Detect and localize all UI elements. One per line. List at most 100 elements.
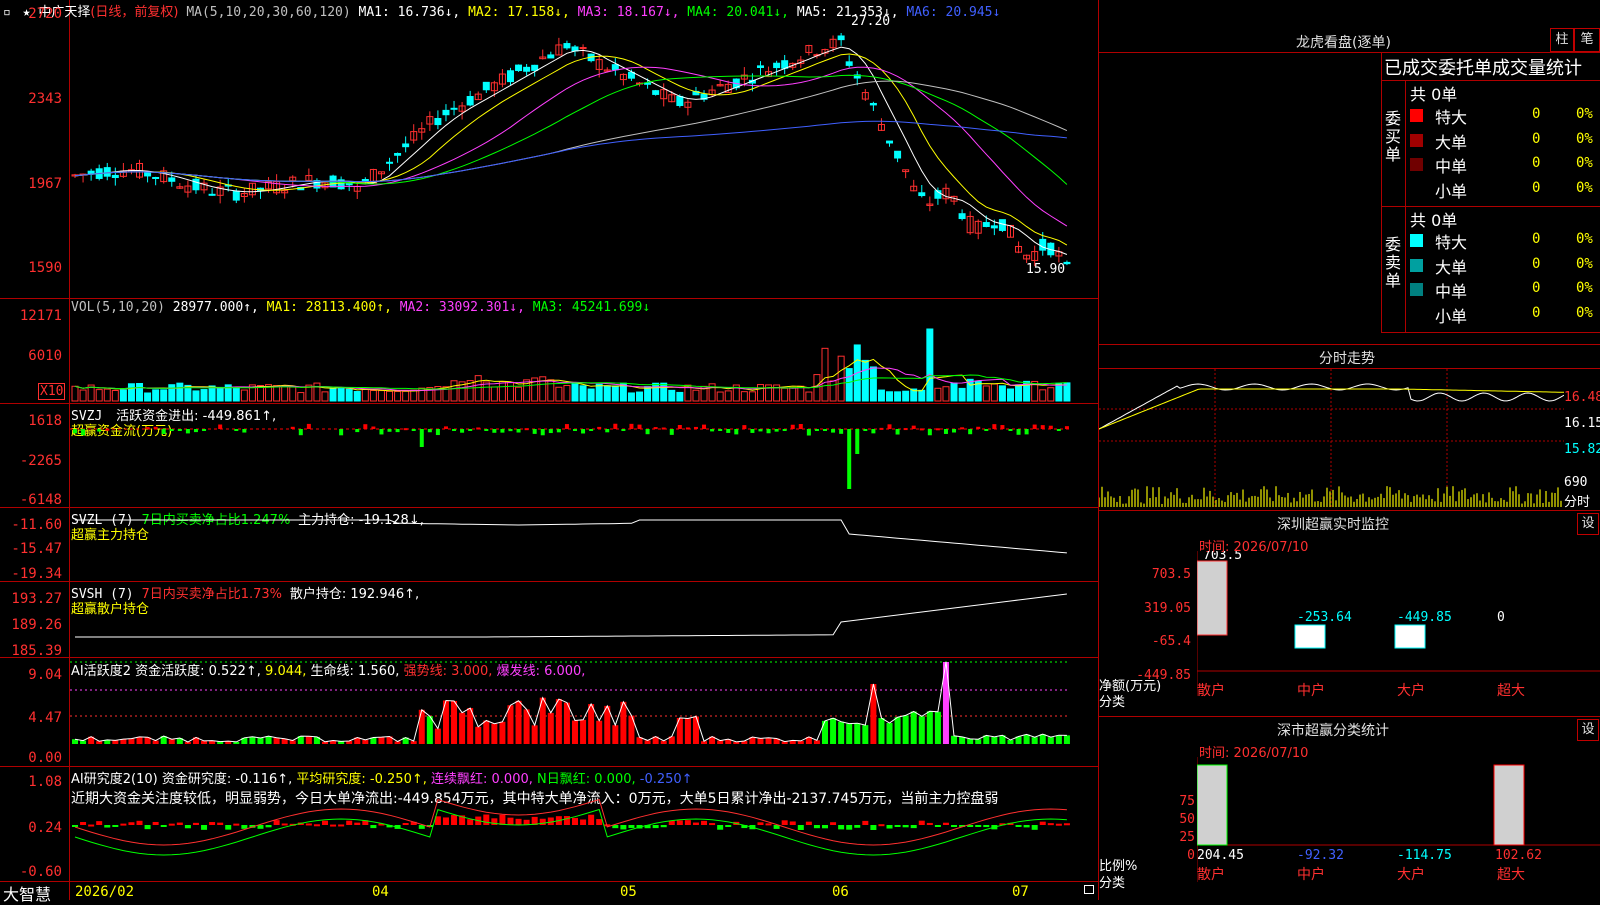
research-bar [572, 817, 578, 825]
research-bar [886, 825, 893, 829]
sell-orders-label: 委卖单 [1385, 235, 1402, 290]
volume-chart[interactable] [70, 318, 1098, 403]
activity-bar [499, 721, 506, 744]
kline-ytick: 1967 [28, 176, 62, 192]
ai-activity-chart[interactable] [70, 658, 1098, 766]
classify-cat-label: 分类 [1099, 876, 1126, 891]
volume-bar [353, 391, 361, 402]
volume-bar [636, 391, 644, 402]
fund-flow-bar [169, 429, 174, 431]
research-bar [910, 825, 917, 829]
fund-flow-bar [750, 429, 755, 433]
research-bar [209, 822, 216, 825]
monitor-settings-button[interactable]: 设 [1577, 513, 1599, 535]
activity-bar [80, 740, 87, 744]
ai-research-chart[interactable] [70, 767, 1098, 881]
candle-body [208, 193, 216, 196]
volume-bar [240, 389, 248, 402]
volume-bar [1039, 389, 1047, 402]
fund-flow-bar [153, 426, 158, 429]
main-holding-chart[interactable] [70, 508, 1098, 581]
research-bar [346, 820, 353, 825]
fund-flow-bar [556, 429, 561, 433]
fund-flow-chart[interactable] [70, 404, 1098, 507]
volume-bar [934, 387, 942, 402]
order-size-label: 特大 [1435, 233, 1468, 252]
monitor-bar-chart[interactable]: 703.5 -253.64 -449.85 0 散户 中户 大户 超大 [1197, 551, 1600, 716]
fund-flow-bar [943, 429, 948, 434]
color-swatch [1410, 109, 1423, 122]
tick-mode-button[interactable]: 笔 [1574, 28, 1600, 52]
volume-bar [127, 383, 135, 402]
research-bar [563, 816, 570, 825]
fund-flow-bar [1056, 429, 1061, 432]
intraday-panel[interactable]: 分时走势 16.48 16.15 15.82 690 分时 [1099, 345, 1600, 510]
activity-bar [580, 719, 587, 744]
fund-flow-bar [306, 423, 311, 429]
volume-bar [498, 381, 506, 402]
activity-bar [596, 720, 603, 744]
classify-bar-chart[interactable]: 204.45 -92.32 -114.75 102.62 散户 中户 大户 超大 [1197, 757, 1600, 900]
order-volume: 0 [1532, 231, 1541, 247]
research-bar [951, 825, 958, 827]
candle-body [781, 60, 789, 69]
research-bar [854, 825, 861, 828]
candle-body [152, 176, 160, 179]
activity-bar [886, 722, 893, 744]
research-bar [499, 814, 506, 825]
volume-bar [515, 386, 523, 402]
volume-bar [660, 382, 668, 402]
fund-flow-bar [484, 429, 489, 431]
volume-bar [829, 380, 837, 402]
lock-icon[interactable] [1084, 885, 1094, 894]
fund-flow-bar [702, 424, 707, 429]
classify-settings-button[interactable]: 设 [1577, 719, 1599, 741]
svzl-ytick: -11.60 [11, 517, 62, 533]
volume-bar [329, 387, 337, 402]
research-bar [789, 821, 796, 825]
ratio-value: -92.32 [1297, 848, 1344, 863]
research-bar [241, 825, 248, 829]
retail-holding-chart[interactable] [70, 582, 1098, 657]
research-bar [217, 822, 224, 825]
research-bar [660, 825, 667, 828]
volume-bar [579, 385, 587, 402]
volume-bar [821, 347, 829, 402]
bar-mode-button[interactable]: 柱 [1550, 28, 1574, 52]
kline-ytick: 1590 [28, 260, 62, 276]
volume-bar [377, 390, 385, 402]
retail-holding-line [75, 593, 1067, 638]
order-size-label: 中单 [1435, 282, 1468, 301]
research-bar [322, 820, 328, 825]
research-bar [1047, 823, 1054, 826]
activity-bar [1039, 734, 1046, 744]
research-bar [402, 823, 409, 826]
research-bar [862, 820, 869, 825]
fund-flow-bar [863, 429, 868, 431]
volume-bar [603, 385, 611, 402]
volume-bar [692, 389, 700, 402]
category-label: 超大 [1497, 683, 1525, 699]
volume-bar [200, 389, 208, 402]
activity-bar [265, 736, 272, 744]
order-size-label: 大单 [1435, 257, 1468, 277]
fund-flow-bar [581, 429, 586, 434]
fund-flow-bar [97, 429, 102, 432]
activity-bar [902, 715, 909, 744]
intraday-chart[interactable] [1099, 369, 1564, 509]
candle-body [144, 171, 152, 177]
volume-bar [861, 359, 869, 402]
fund-flow-bar [718, 429, 723, 431]
volume-bar [724, 390, 732, 402]
activity-line [74, 661, 1067, 743]
volume-bar [450, 380, 458, 402]
category-label: 中户 [1297, 682, 1325, 699]
activity-bar [362, 739, 369, 744]
intraday-ytick: 15.82 [1564, 442, 1600, 457]
candlestick-chart[interactable] [70, 18, 1098, 298]
candle-body [111, 174, 119, 179]
order-percent: 0% [1576, 106, 1593, 122]
xaxis-label: 06 [832, 884, 849, 900]
research-bar [1023, 825, 1030, 828]
research-bar [870, 825, 877, 830]
